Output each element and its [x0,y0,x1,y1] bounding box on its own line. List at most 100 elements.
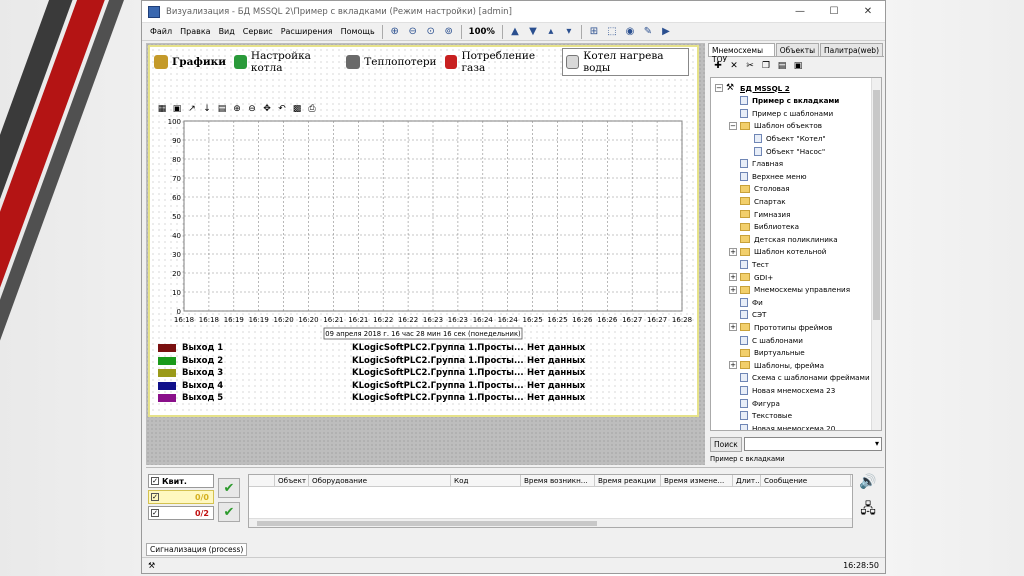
edit-pencil-icon[interactable]: ✎ [640,24,656,40]
menu-file[interactable]: Файл [146,23,176,41]
alarm-column-header[interactable] [249,475,275,486]
tree-item[interactable]: + Прототипы фреймов [729,321,832,333]
tree-scrollbar[interactable] [871,78,881,430]
kvit-cell[interactable]: ✓ Квит. [148,474,214,488]
tree-item[interactable]: + Шаблон котельной [729,246,826,258]
expand-icon[interactable]: + [729,361,737,370]
tree-item[interactable]: − Шаблон объектов [729,120,822,132]
menu-extensions[interactable]: Расширения [277,23,337,41]
alarm-table[interactable]: Объект Оборудование Код Время возникн... Вре… [248,474,853,528]
alarm-column-header[interactable]: Сообщение [761,475,851,486]
checkbox-1[interactable]: ✓ [151,493,159,501]
scroll-thumb[interactable] [873,90,880,320]
expand-icon[interactable]: + [729,323,737,332]
tree-item[interactable]: Детская поликлиника [729,233,838,245]
search-input[interactable] [743,437,882,451]
menu-service[interactable]: Сервис [239,23,277,41]
alarm-column-header[interactable]: Код [451,475,521,486]
tab-mnemo-tou[interactable]: Мнемосхемы ТОУ [708,43,775,64]
tree-item[interactable]: Спартак [729,195,786,207]
tools-icon[interactable]: ⚒ [148,561,155,570]
alarm-column-header[interactable]: Время реакции [595,475,661,486]
legend-row[interactable]: Выход 1 KLogicSoftPLC2.Группа 1.Просты...… [154,342,686,355]
tree-item[interactable]: Фи [729,296,763,308]
close-button[interactable]: ✕ [851,1,885,23]
scroll-thumb[interactable] [257,521,597,526]
tree-item[interactable]: Новая мнемосхема 20 [729,422,835,430]
tree-item[interactable]: СЭТ [729,309,766,321]
move-down-icon[interactable]: ▼ [525,24,541,40]
expand-icon[interactable]: + [729,247,737,256]
tab-palette-web[interactable]: Палитра(web) [820,43,883,56]
add-icon[interactable]: ✚ [712,60,724,72]
tree-item[interactable]: + Шаблоны, фрейма [729,359,824,371]
trend-chart[interactable]: 0 10 20 30 40 50 60 70 80 90 100 16:18 16:18 16:19 16:… [150,47,697,342]
zoom-area-icon[interactable]: ⊚ [441,24,457,40]
legend-row[interactable]: Выход 4 KLogicSoftPLC2.Группа 1.Просты...… [154,380,686,393]
legend-row[interactable]: Выход 3 KLogicSoftPLC2.Группа 1.Просты...… [154,367,686,380]
tree-item[interactable]: Гимназия [729,208,790,220]
tree-item[interactable]: + GDI+ [729,271,773,283]
tree-item[interactable]: С шаблонами [729,334,803,346]
tab-objects[interactable]: Объекты [775,43,819,56]
menu-edit[interactable]: Правка [176,23,214,41]
alarm-column-header[interactable]: Время возникн... [521,475,595,486]
maximize-button[interactable]: ☐ [817,1,851,23]
move-up-icon[interactable]: ▲ [507,24,523,40]
tree-layout-icon[interactable]: ⊞ [586,24,602,40]
tree-item[interactable]: Виртуальные [729,347,805,359]
send-back-icon[interactable]: ▾ [561,24,577,40]
tree-item[interactable]: + Мнемосхемы управления [729,284,850,296]
tree-item[interactable]: Фигура [729,397,780,409]
tree-item[interactable]: Верхнее меню [729,170,807,182]
alarm-column-header[interactable]: Длит... [733,475,761,486]
zoom-level[interactable]: 100% [469,27,495,37]
delete-icon[interactable]: ✕ [728,60,740,72]
legend-row[interactable]: Выход 2 KLogicSoftPLC2.Группа 1.Просты...… [154,355,686,368]
zoom-fit-icon[interactable]: ⊙ [423,24,439,40]
expand-icon[interactable]: + [729,273,737,281]
tree-item[interactable]: Главная [729,158,783,170]
tree-item[interactable]: Столовая [729,183,790,195]
tree-item[interactable]: Новая мнемосхема 23 [729,384,835,396]
tree-item[interactable]: Объект "Котел" [743,132,826,144]
tree-item[interactable]: Объект "Насос" [743,145,825,157]
tree-item[interactable]: Пример с шаблонами [729,107,833,119]
tree-item[interactable]: Пример с вкладками [729,95,839,107]
copy-icon[interactable]: ❐ [760,60,772,72]
tree-item[interactable]: Тест [729,258,769,270]
alarm-column-header[interactable]: Время измене... [661,475,733,486]
network-icon[interactable]: 🖧 [858,498,878,518]
menu-help[interactable]: Помощь [337,23,379,41]
alarm-hscroll[interactable] [249,518,852,527]
tree-item[interactable]: Схема с шаблонами фреймами [729,372,870,384]
zoom-in-icon[interactable]: ⊕ [387,24,403,40]
acknowledge-all-icon[interactable]: ✔ [218,502,240,522]
search-button[interactable]: Поиск [710,436,742,452]
mnemo-tree[interactable]: − ⚒ БД MSSQL 2 Пример с вкладками Пример с ш… [710,77,882,431]
kvit-checkbox[interactable]: ✓ [151,477,159,485]
cut-icon[interactable]: ✂ [744,60,756,72]
alarm-column-header[interactable]: Объект [275,475,309,486]
properties-icon[interactable]: ▣ [792,60,804,72]
sound-icon[interactable]: 🔊 [858,474,878,494]
menu-view[interactable]: Вид [215,23,239,41]
minimize-button[interactable]: — [783,1,817,23]
acknowledge-icon[interactable]: ✔ [218,478,240,498]
run-icon[interactable]: ▶ [658,24,674,40]
tree-item[interactable]: Библиотека [729,221,799,233]
tree-item[interactable]: Текстовые [729,410,792,422]
select-frame-icon[interactable]: ⬚ [604,24,620,40]
legend-row[interactable]: Выход 5 KLogicSoftPLC2.Группа 1.Просты...… [154,392,686,402]
zoom-out-icon[interactable]: ⊖ [405,24,421,40]
tab-alarms[interactable]: Сигнализация (process) [146,543,248,556]
mnemo-canvas[interactable]: Графики Настройка котла Теплопотери Потр… [148,45,699,417]
alarm-column-header[interactable]: Оборудование [309,475,451,486]
preview-eye-icon[interactable]: ◉ [622,24,638,40]
expand-icon[interactable]: + [729,285,737,294]
collapse-icon[interactable]: − [715,84,723,92]
paste-icon[interactable]: ▤ [776,60,788,72]
collapse-icon[interactable]: − [729,121,737,130]
bring-front-icon[interactable]: ▴ [543,24,559,40]
tree-item[interactable]: − ⚒ БД MSSQL 2 [715,82,790,94]
